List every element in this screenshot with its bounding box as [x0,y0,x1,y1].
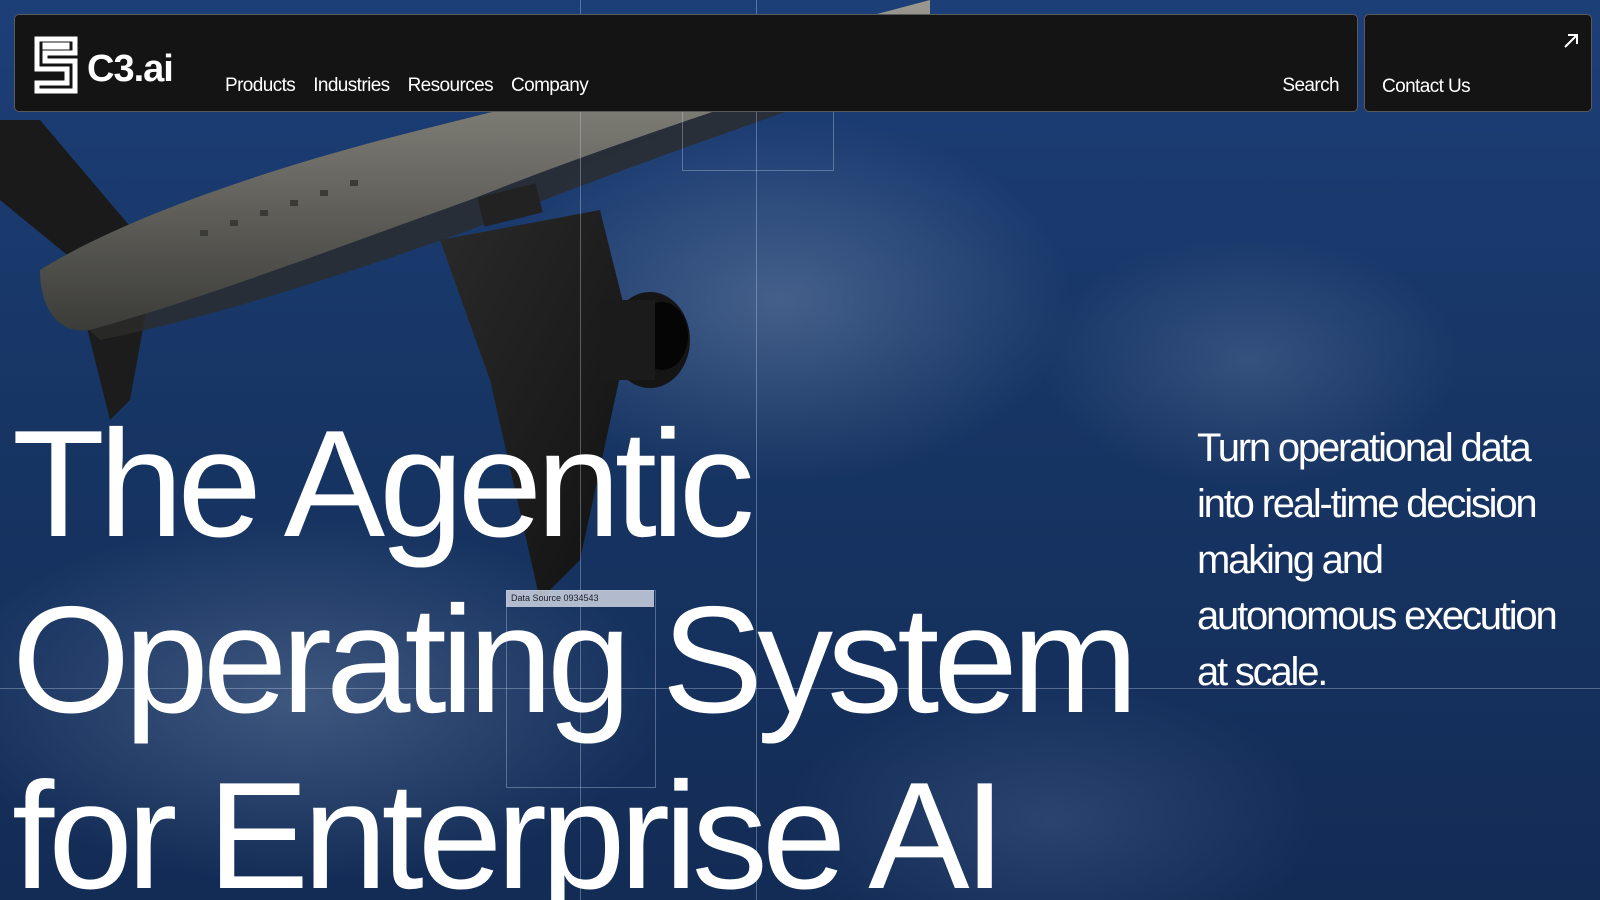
headline-line-3: for Enterprise AI [12,751,1006,900]
brand-logo[interactable]: C3.ai [33,35,174,95]
headline-line-2: Operating System [12,575,1139,745]
contact-us-button[interactable]: Contact Us [1364,14,1592,112]
hero-subtext: Turn operational data into real-time dec… [1197,426,1558,694]
c3-logo-icon [34,36,78,94]
nav-item-resources[interactable]: Resources [408,75,494,97]
arrow-up-right-icon [1564,34,1578,48]
brand-name: C3.ai [87,48,174,90]
hero-section: Data Source 0934543 C3.ai Products Indus… [0,0,1600,900]
nav-item-industries[interactable]: Industries [313,75,390,97]
nav-item-company[interactable]: Company [511,75,589,97]
top-navigation-bar: C3.ai Products Industries Resources Comp… [14,14,1358,112]
main-menu: Products Industries Resources Company [225,75,589,97]
headline-line-1: The Agentic [12,399,755,569]
search-link[interactable]: Search [1282,75,1339,97]
nav-item-products[interactable]: Products [225,75,296,97]
hero-headline: The Agentic Operating System for Enterpr… [12,396,1139,900]
contact-us-label: Contact Us [1382,76,1471,97]
